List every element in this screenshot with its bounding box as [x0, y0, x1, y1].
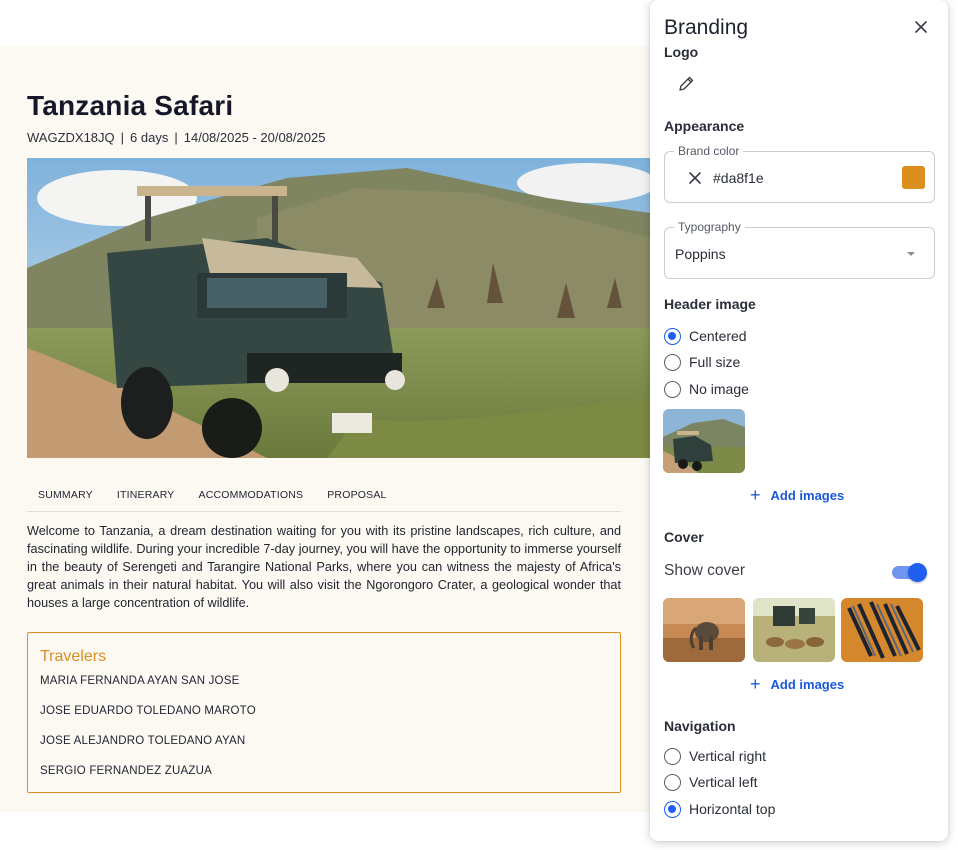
- traveler-name: JOSE EDUARDO TOLEDANO MAROTO: [40, 705, 256, 717]
- panel-title: Branding: [664, 16, 749, 39]
- radio-label: Centered: [689, 328, 747, 344]
- brand-color-legend: Brand color: [674, 144, 744, 158]
- radio-nav-vertical-left[interactable]: Vertical left: [664, 772, 757, 792]
- radio-unselected-icon: [664, 380, 681, 398]
- travelers-title: Travelers: [40, 648, 107, 665]
- radio-nav-vertical-right[interactable]: Vertical right: [664, 746, 766, 766]
- plus-icon: +: [750, 485, 761, 505]
- appearance-label: Appearance: [664, 118, 745, 134]
- radio-header-centered[interactable]: Centered: [664, 326, 747, 346]
- radio-header-full-size[interactable]: Full size: [664, 352, 740, 372]
- typography-legend: Typography: [674, 220, 745, 234]
- cover-thumbnail-zebras[interactable]: [841, 598, 923, 662]
- traveler-name: SERGIO FERNANDEZ ZUAZUA: [40, 765, 213, 777]
- toggle-knob: [908, 563, 927, 582]
- tab-accommodations[interactable]: ACCOMMODATIONS: [187, 487, 316, 511]
- proposal-tabs: SUMMARY ITINERARY ACCOMMODATIONS PROPOSA…: [27, 487, 621, 512]
- trip-title: Tanzania Safari: [27, 90, 234, 121]
- clear-icon[interactable]: [687, 170, 703, 186]
- trip-dates: 14/08/2025 - 20/08/2025: [183, 130, 326, 145]
- trip-duration: 6 days: [130, 130, 169, 145]
- brand-color-value[interactable]: #da8f1e: [713, 170, 764, 186]
- trip-code: WAGZDX18JQ: [27, 130, 115, 145]
- cover-thumbnail-elephant[interactable]: [663, 598, 745, 662]
- add-images-label: Add images: [770, 487, 845, 503]
- radio-selected-icon: [664, 327, 681, 345]
- add-images-label: Add images: [770, 676, 845, 692]
- radio-label: No image: [689, 381, 749, 397]
- tab-summary[interactable]: SUMMARY: [27, 487, 105, 511]
- meta-separator: |: [120, 130, 125, 145]
- trip-meta: WAGZDX18JQ | 6 days | 14/08/2025 - 20/08/202…: [27, 130, 325, 145]
- add-cover-images-button[interactable]: + Add images: [750, 674, 845, 694]
- caret-down-icon: [907, 252, 915, 256]
- radio-unselected-icon: [664, 773, 681, 791]
- radio-unselected-icon: [664, 353, 681, 371]
- traveler-name: JOSE ALEJANDRO TOLEDANO AYAN: [40, 735, 246, 747]
- navigation-label: Navigation: [664, 718, 736, 734]
- radio-header-no-image[interactable]: No image: [664, 379, 749, 399]
- radio-unselected-icon: [664, 747, 681, 765]
- typography-select[interactable]: Typography Poppins: [664, 220, 935, 279]
- header-image-thumbnail[interactable]: [663, 409, 745, 473]
- radio-label: Vertical right: [689, 748, 767, 764]
- radio-nav-horizontal-top[interactable]: Horizontal top: [664, 799, 775, 819]
- add-header-images-button[interactable]: + Add images: [750, 485, 845, 505]
- cover-label: Cover: [664, 529, 704, 545]
- edit-logo-button[interactable]: [677, 75, 695, 93]
- header-image-label: Header image: [664, 296, 756, 312]
- radio-label: Horizontal top: [689, 801, 776, 817]
- travelers-card: Travelers MARIA FERNANDA AYAN SAN JOSE J…: [27, 632, 621, 793]
- logo-label: Logo: [664, 44, 699, 60]
- branding-panel: Branding Logo Appearance Brand color #da…: [650, 0, 948, 841]
- brand-color-field[interactable]: Brand color #da8f1e: [664, 144, 935, 203]
- close-button[interactable]: [912, 18, 930, 36]
- tab-itinerary[interactable]: ITINERARY: [105, 487, 187, 511]
- meta-separator: |: [174, 130, 178, 145]
- pencil-icon: [679, 76, 694, 91]
- summary-text: Welcome to Tanzania, a dream destination…: [27, 524, 621, 610]
- typography-value: Poppins: [675, 246, 726, 262]
- cover-thumbnail-lions[interactable]: [753, 598, 835, 662]
- radio-selected-icon: [664, 800, 681, 818]
- show-cover-label: Show cover: [664, 562, 745, 579]
- color-swatch[interactable]: [902, 166, 925, 189]
- close-icon: [915, 21, 927, 33]
- proposal-preview: Tanzania Safari WAGZDX18JQ | 6 days | 14/08/…: [0, 46, 650, 812]
- radio-label: Full size: [689, 354, 741, 370]
- traveler-name: MARIA FERNANDA AYAN SAN JOSE: [40, 675, 240, 687]
- plus-icon: +: [750, 674, 761, 694]
- hero-image: [27, 158, 650, 458]
- radio-label: Vertical left: [689, 774, 758, 790]
- tab-proposal[interactable]: PROPOSAL: [315, 487, 398, 511]
- show-cover-toggle[interactable]: [892, 563, 928, 582]
